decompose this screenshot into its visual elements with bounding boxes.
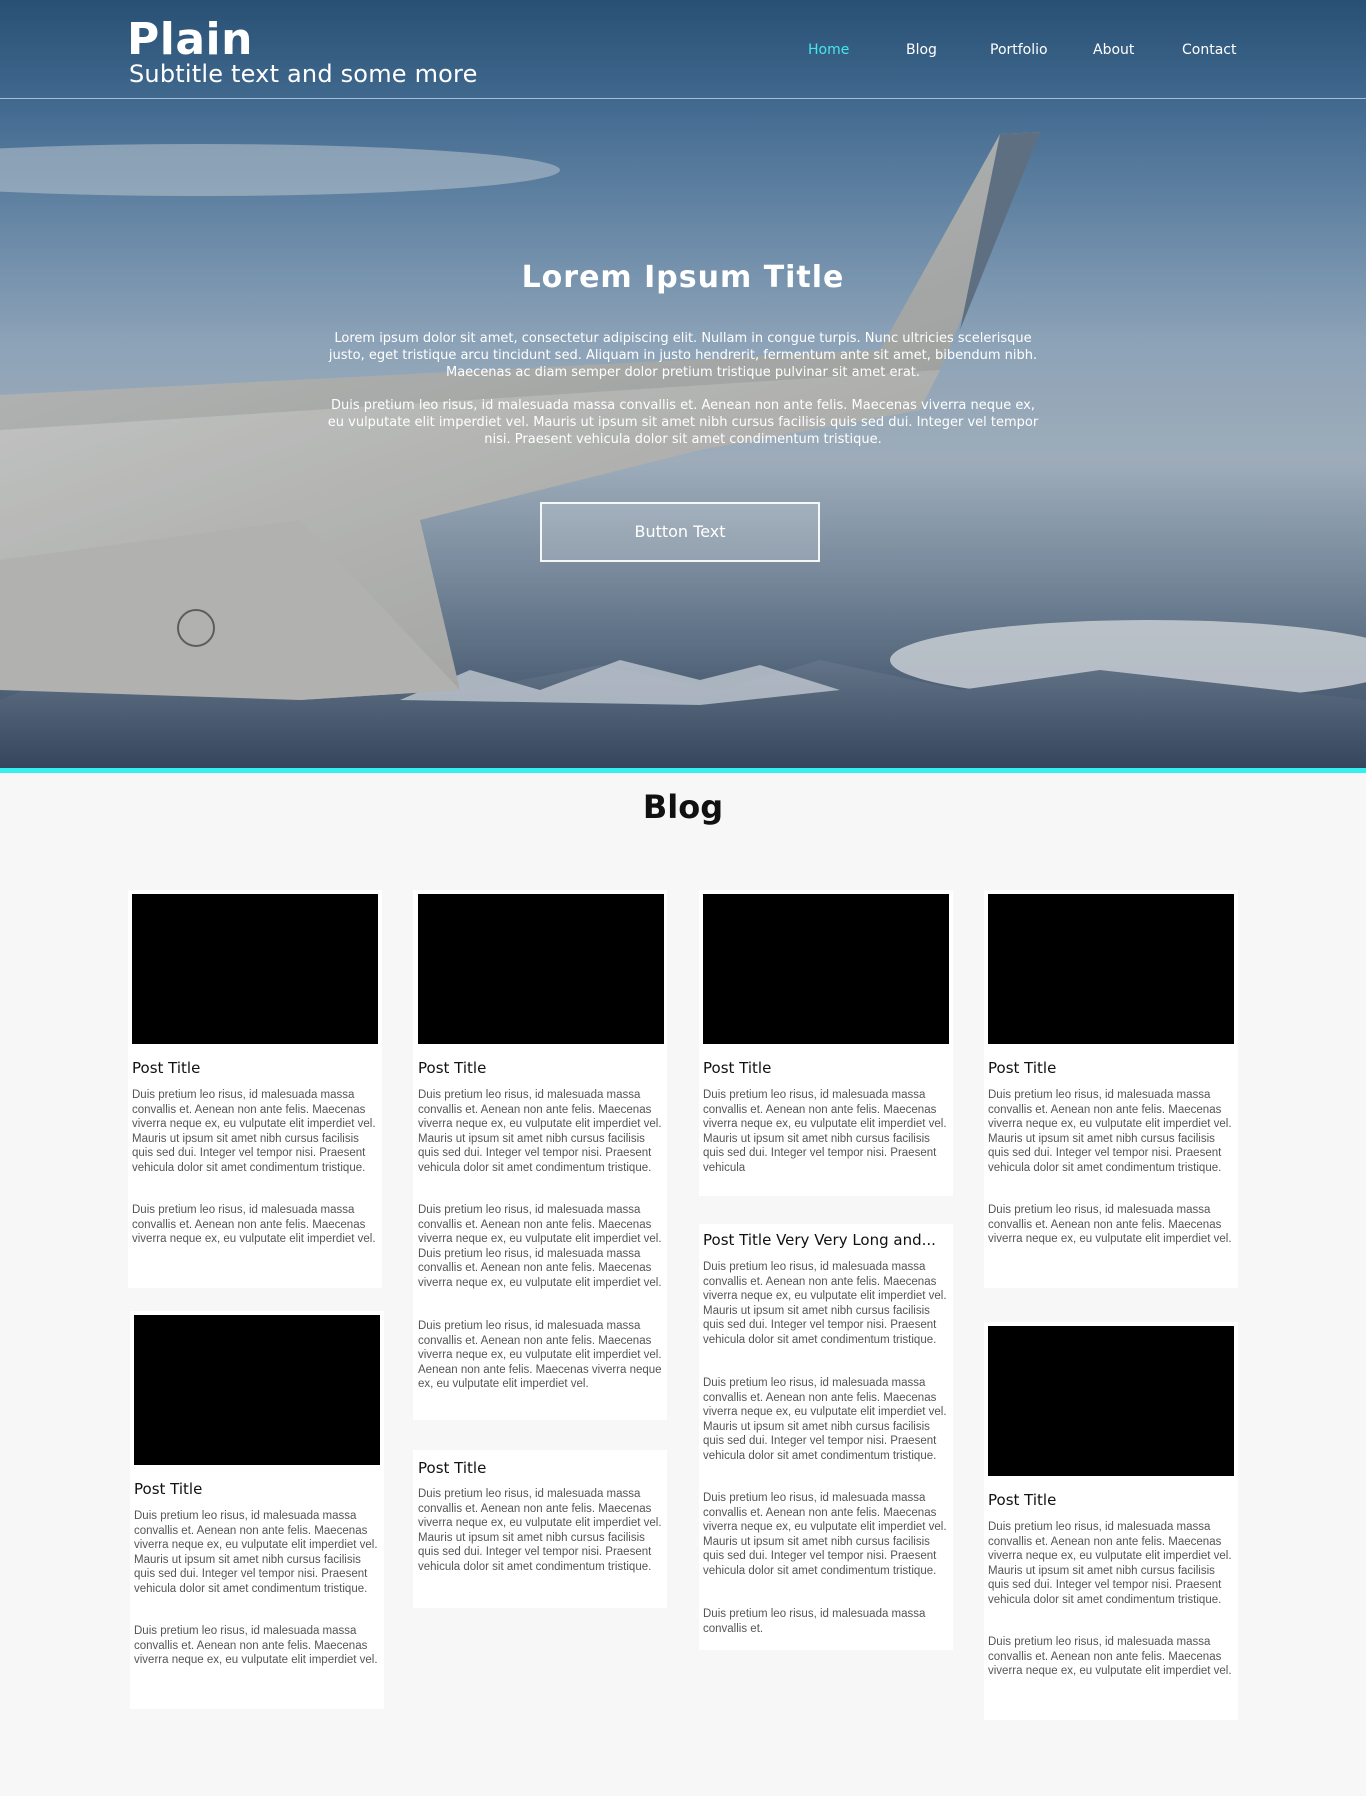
hero-overlay xyxy=(0,0,1366,768)
post-excerpt: Duis pretium leo risus, id malesuada mas… xyxy=(418,1204,662,1289)
hero-title: Lorem Ipsum Title xyxy=(521,260,845,295)
blog-post-card[interactable]: Post Title Very Very Long and... Duis pr… xyxy=(699,1224,953,1650)
post-excerpt: Duis pretium leo risus, id malesuada mas… xyxy=(134,1510,378,1595)
post-title[interactable]: Post Title xyxy=(988,1059,1056,1077)
post-excerpt: Duis pretium leo risus, id malesuada mas… xyxy=(703,1089,947,1174)
post-excerpt: Duis pretium leo risus, id malesuada mas… xyxy=(988,1636,1232,1677)
hero-cta-button[interactable]: Button Text xyxy=(540,502,820,562)
blog-post-card[interactable]: Post Title Duis pretium leo risus, id ma… xyxy=(128,890,382,1288)
post-excerpt: Duis pretium leo risus, id malesuada mas… xyxy=(418,1320,662,1390)
brand-title[interactable]: Plain xyxy=(127,14,253,65)
nav-item-portfolio[interactable]: Portfolio xyxy=(990,42,1048,58)
post-excerpt: Duis pretium leo risus, id malesuada mas… xyxy=(134,1625,378,1666)
site-header: Plain Subtitle text and some more Home B… xyxy=(0,0,1366,99)
post-title[interactable]: Post Title xyxy=(703,1059,771,1077)
post-excerpt: Duis pretium leo risus, id malesuada mas… xyxy=(703,1492,947,1577)
post-thumbnail[interactable] xyxy=(703,894,949,1044)
nav-item-contact[interactable]: Contact xyxy=(1182,42,1236,58)
blog-post-card[interactable]: Post Title Duis pretium leo risus, id ma… xyxy=(413,890,667,1420)
post-excerpt: Duis pretium leo risus, id malesuada mas… xyxy=(418,1089,662,1174)
post-excerpt: Duis pretium leo risus, id malesuada mas… xyxy=(703,1261,947,1346)
post-excerpt: Duis pretium leo risus, id malesuada mas… xyxy=(988,1204,1232,1245)
post-thumbnail[interactable] xyxy=(418,894,664,1044)
post-thumbnail[interactable] xyxy=(988,894,1234,1044)
hero-paragraph: Duis pretium leo risus, id malesuada mas… xyxy=(327,398,1039,447)
post-title[interactable]: Post Title xyxy=(418,1059,486,1077)
post-thumbnail[interactable] xyxy=(132,894,378,1044)
hero-paragraph: Lorem ipsum dolor sit amet, consectetur … xyxy=(328,331,1038,380)
blog-heading: Blog xyxy=(642,788,724,826)
post-excerpt: Duis pretium leo risus, id malesuada mas… xyxy=(988,1521,1232,1606)
post-thumbnail[interactable] xyxy=(134,1315,380,1465)
post-excerpt: Duis pretium leo risus, id malesuada mas… xyxy=(703,1377,947,1462)
accent-divider xyxy=(0,768,1366,773)
brand-subtitle: Subtitle text and some more xyxy=(129,60,478,88)
post-excerpt: Duis pretium leo risus, id malesuada mas… xyxy=(703,1608,926,1635)
blog-post-card[interactable]: Post Title Duis pretium leo risus, id ma… xyxy=(984,1322,1238,1720)
post-title[interactable]: Post Title xyxy=(134,1480,202,1498)
nav-item-about[interactable]: About xyxy=(1093,42,1134,58)
post-title[interactable]: Post Title xyxy=(418,1459,486,1477)
post-thumbnail[interactable] xyxy=(988,1326,1234,1476)
blog-post-card[interactable]: Post Title Duis pretium leo risus, id ma… xyxy=(699,890,953,1196)
nav-item-blog[interactable]: Blog xyxy=(906,42,937,58)
nav-item-home[interactable]: Home xyxy=(808,42,849,58)
post-excerpt: Duis pretium leo risus, id malesuada mas… xyxy=(418,1488,662,1573)
blog-post-card[interactable]: Post Title Duis pretium leo risus, id ma… xyxy=(413,1450,667,1608)
post-title[interactable]: Post Title xyxy=(132,1059,200,1077)
post-excerpt: Duis pretium leo risus, id malesuada mas… xyxy=(988,1089,1232,1174)
post-title[interactable]: Post Title xyxy=(988,1491,1056,1509)
blog-post-card[interactable]: Post Title Duis pretium leo risus, id ma… xyxy=(130,1311,384,1709)
post-excerpt: Duis pretium leo risus, id malesuada mas… xyxy=(132,1204,376,1245)
post-title[interactable]: Post Title Very Very Long and... xyxy=(703,1231,936,1249)
post-excerpt: Duis pretium leo risus, id malesuada mas… xyxy=(132,1089,376,1174)
hero-section: Plain Subtitle text and some more Home B… xyxy=(0,0,1366,768)
blog-post-card[interactable]: Post Title Duis pretium leo risus, id ma… xyxy=(984,890,1238,1288)
